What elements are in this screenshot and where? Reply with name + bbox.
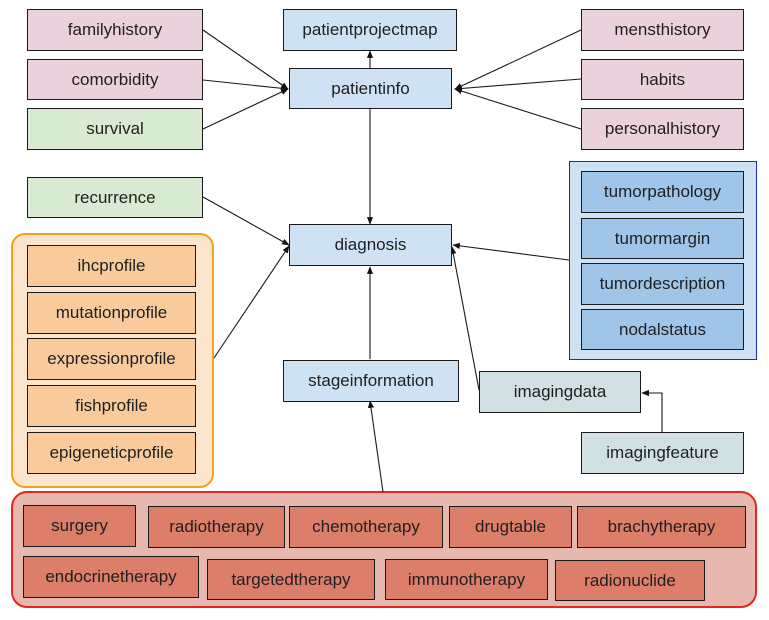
edge-omics-diagnosis <box>213 245 290 359</box>
edge-treatment-stageinformation <box>367 400 384 493</box>
edge-personalhistory-patientinfo <box>454 88 582 130</box>
node-immunotherapy[interactable]: immunotherapy <box>385 559 548 600</box>
edge-habits-patientinfo <box>454 78 582 92</box>
node-mensthistory[interactable]: mensthistory <box>581 9 744 51</box>
edge-survival-patientinfo <box>202 88 289 130</box>
edge-imagingfeature-imagingdata <box>641 389 663 432</box>
node-stageinformation[interactable]: stageinformation <box>283 360 459 402</box>
edge-mensthistory-patientinfo <box>454 29 582 90</box>
node-radiotherapy[interactable]: radiotherapy <box>148 506 285 548</box>
node-brachytherapy[interactable]: brachytherapy <box>577 506 746 548</box>
node-imagingfeature[interactable]: imagingfeature <box>581 432 744 474</box>
node-familyhistory[interactable]: familyhistory <box>27 9 203 51</box>
node-patientprojectmap[interactable]: patientprojectmap <box>283 9 457 51</box>
node-epigeneticprofile[interactable]: epigeneticprofile <box>27 432 196 474</box>
node-ihcprofile[interactable]: ihcprofile <box>27 245 196 287</box>
node-diagnosis[interactable]: diagnosis <box>289 224 452 266</box>
node-radionuclide[interactable]: radionuclide <box>555 560 705 601</box>
node-nodalstatus[interactable]: nodalstatus <box>581 309 744 350</box>
edge-tumor-diagnosis <box>452 242 570 261</box>
node-expressionprofile[interactable]: expressionprofile <box>27 338 196 380</box>
node-endocrinetherapy[interactable]: endocrinetherapy <box>23 556 199 598</box>
node-drugtable[interactable]: drugtable <box>449 506 572 548</box>
node-chemotherapy[interactable]: chemotherapy <box>289 506 443 548</box>
node-tumormargin[interactable]: tumormargin <box>581 218 744 259</box>
node-surgery[interactable]: surgery <box>23 505 136 547</box>
node-mutationprofile[interactable]: mutationprofile <box>27 292 196 334</box>
edge-recurrence-diagnosis <box>202 196 290 246</box>
edge-familyhistory-patientinfo <box>202 29 289 90</box>
node-patientinfo[interactable]: patientinfo <box>289 68 452 109</box>
node-fishprofile[interactable]: fishprofile <box>27 385 196 427</box>
node-survival[interactable]: survival <box>27 108 203 150</box>
node-recurrence[interactable]: recurrence <box>27 177 203 218</box>
node-comorbidity[interactable]: comorbidity <box>27 59 203 100</box>
node-personalhistory[interactable]: personalhistory <box>581 108 744 150</box>
node-tumorpathology[interactable]: tumorpathology <box>581 171 744 213</box>
node-imagingdata[interactable]: imagingdata <box>479 371 641 413</box>
node-habits[interactable]: habits <box>581 59 744 100</box>
edge-comorbidity-patientinfo <box>202 79 289 92</box>
node-tumordescription[interactable]: tumordescription <box>581 263 744 305</box>
node-targetedtherapy[interactable]: targetedtherapy <box>207 559 375 600</box>
